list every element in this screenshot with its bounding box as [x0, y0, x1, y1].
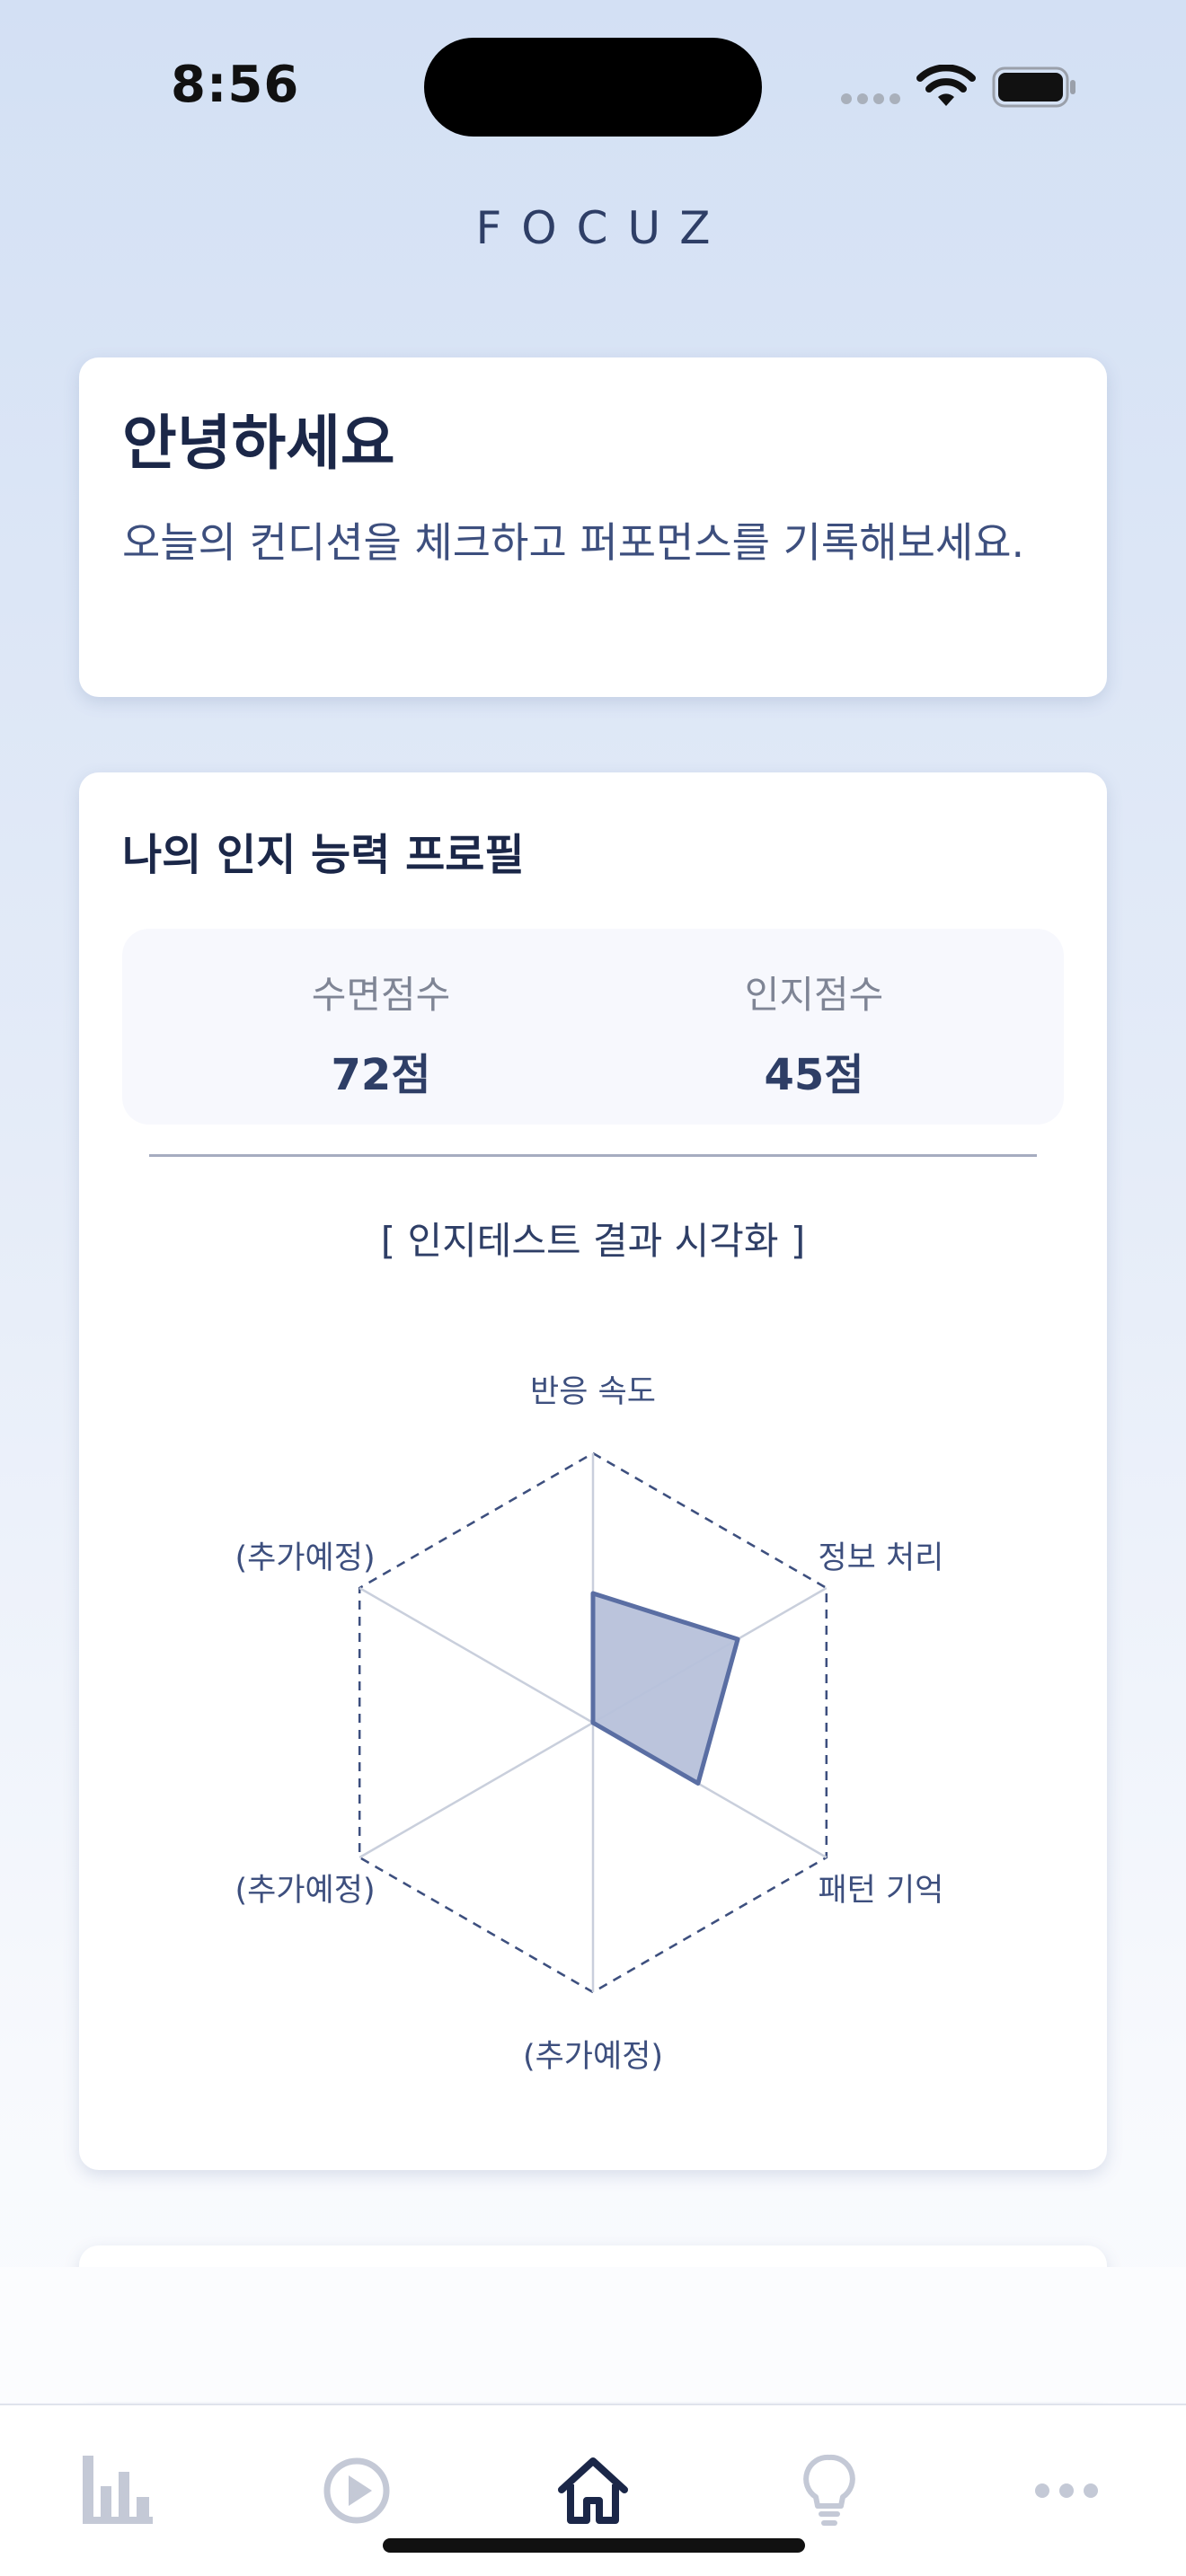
- status-time: 8:56: [171, 56, 300, 114]
- greeting-card: 안녕하세요 오늘의 컨디션을 체크하고 퍼포먼스를 기록해보세요.: [79, 357, 1107, 697]
- radar-axis-line: [358, 1586, 594, 1725]
- content-fade: [0, 2267, 1186, 2402]
- radar-axis-line: [358, 1721, 594, 1859]
- cognitive-profile-card: 나의 인지 능력 프로필 수면점수 72점 인지점수 45점 [ 인지테스트 결…: [79, 772, 1107, 2170]
- tab-play[interactable]: [316, 2450, 397, 2531]
- radar-axis-label: (추가예정): [235, 1540, 376, 1576]
- radar-axis-label: (추가예정): [235, 1873, 376, 1909]
- greeting-title: 안녕하세요: [122, 409, 395, 478]
- dynamic-island: [424, 38, 762, 137]
- battery-icon: [992, 66, 1075, 108]
- cellular-signal-icon: [841, 93, 900, 104]
- radar-chart: 반응 속도정보 처리패턴 기억 (추가예정) (추가예정) (추가예정): [235, 1374, 944, 2075]
- wifi-icon: [916, 65, 976, 106]
- greeting-subtitle: 오늘의 컨디션을 체크하고 퍼포먼스를 기록해보세요.: [122, 518, 1025, 567]
- tab-tips[interactable]: [789, 2450, 870, 2531]
- tab-stats[interactable]: [79, 2450, 160, 2531]
- home-indicator: [383, 2538, 805, 2553]
- tab-home[interactable]: [553, 2450, 633, 2531]
- bar-chart-icon: [83, 2456, 153, 2524]
- status-bar: 8:56: [0, 0, 1186, 180]
- radar-data-area: [590, 1591, 740, 1786]
- tab-more[interactable]: [1026, 2450, 1107, 2531]
- play-circle-icon: [323, 2457, 390, 2524]
- more-icon: [1035, 2483, 1098, 2498]
- radar-axis-label: (추가예정): [523, 2039, 663, 2075]
- lightbulb-icon: [803, 2454, 855, 2526]
- radar-axis-label: 패턴 기억: [818, 1873, 943, 1909]
- radar-axis-label: 정보 처리: [818, 1540, 943, 1576]
- radar-axis-label: 반응 속도: [530, 1374, 656, 1410]
- home-icon: [558, 2457, 628, 2524]
- app-title: FOCUZ: [475, 202, 730, 254]
